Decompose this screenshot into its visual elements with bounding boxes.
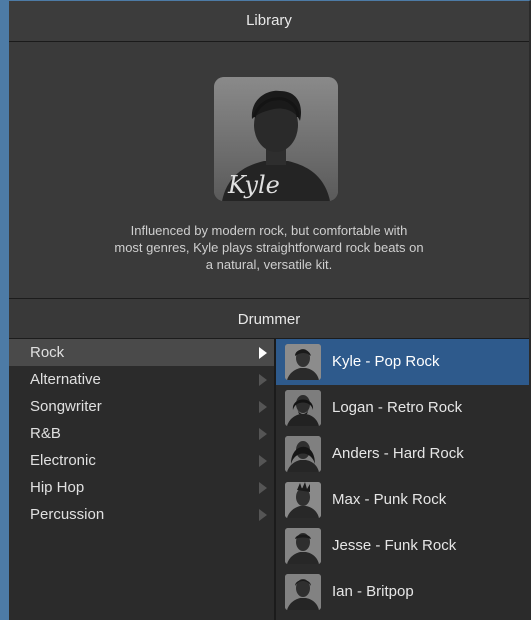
genre-label: R&B xyxy=(30,425,61,442)
chevron-right-icon xyxy=(259,455,267,467)
chevron-right-icon xyxy=(259,347,267,359)
chevron-right-icon xyxy=(259,401,267,413)
drummer-name: Logan - Retro Rock xyxy=(332,399,463,416)
drummer-avatar xyxy=(285,344,321,380)
genre-item-rock[interactable]: Rock xyxy=(9,339,274,366)
genre-list: Rock Alternative Songwriter R&B Electron… xyxy=(9,339,274,620)
drummer-avatar xyxy=(285,528,321,564)
description-line: most genres, Kyle plays straightforward … xyxy=(114,240,424,255)
drummer-list: Kyle - Pop Rock Logan - Retro Rock Ander… xyxy=(276,339,529,620)
drummer-avatar xyxy=(285,574,321,610)
drummer-item-kyle[interactable]: Kyle - Pop Rock xyxy=(276,339,529,385)
description-line: a natural, versatile kit. xyxy=(205,257,333,272)
drummer-section-header: Drummer xyxy=(9,298,529,339)
description-line: Influenced by modern rock, but comfortab… xyxy=(130,223,408,238)
genre-item-electronic[interactable]: Electronic xyxy=(9,447,274,474)
genre-item-songwriter[interactable]: Songwriter xyxy=(9,393,274,420)
genre-item-alternative[interactable]: Alternative xyxy=(9,366,274,393)
genre-label: Rock xyxy=(30,344,65,361)
signature-text: Kyle xyxy=(227,171,280,199)
drummer-item-max[interactable]: Max - Punk Rock xyxy=(276,477,529,523)
drummer-item-ian[interactable]: Ian - Britpop xyxy=(276,569,529,615)
drummer-item-logan[interactable]: Logan - Retro Rock xyxy=(276,385,529,431)
drummer-name: Jesse - Funk Rock xyxy=(332,537,457,554)
drummer-item-jesse[interactable]: Jesse - Funk Rock xyxy=(276,523,529,569)
genre-item-percussion[interactable]: Percussion xyxy=(9,501,274,528)
drummer-name: Anders - Hard Rock xyxy=(332,445,464,462)
genre-item-hip-hop[interactable]: Hip Hop xyxy=(9,474,274,501)
genre-label: Songwriter xyxy=(30,398,102,415)
drummer-avatar xyxy=(285,390,321,426)
drummer-description: Influenced by modern rock, but comfortab… xyxy=(69,222,469,273)
drummer-avatar xyxy=(285,482,321,518)
chevron-right-icon xyxy=(259,428,267,440)
drummer-name: Ian - Britpop xyxy=(332,583,414,600)
window-title: Library xyxy=(9,1,529,42)
chevron-right-icon xyxy=(259,374,267,386)
drummer-portrait: Kyle xyxy=(214,77,338,201)
genre-label: Percussion xyxy=(30,506,105,523)
genre-label: Alternative xyxy=(30,371,101,388)
genre-label: Electronic xyxy=(30,452,96,469)
drummer-avatar xyxy=(285,436,321,472)
chevron-right-icon xyxy=(259,509,267,521)
genre-item-rnb[interactable]: R&B xyxy=(9,420,274,447)
drummer-item-anders[interactable]: Anders - Hard Rock xyxy=(276,431,529,477)
chevron-right-icon xyxy=(259,482,267,494)
genre-label: Hip Hop xyxy=(30,479,85,496)
drummer-name: Kyle - Pop Rock xyxy=(332,353,440,370)
drummer-name: Max - Punk Rock xyxy=(332,491,447,508)
drummer-profile-panel: Kyle Influenced by modern rock, but comf… xyxy=(9,42,529,298)
